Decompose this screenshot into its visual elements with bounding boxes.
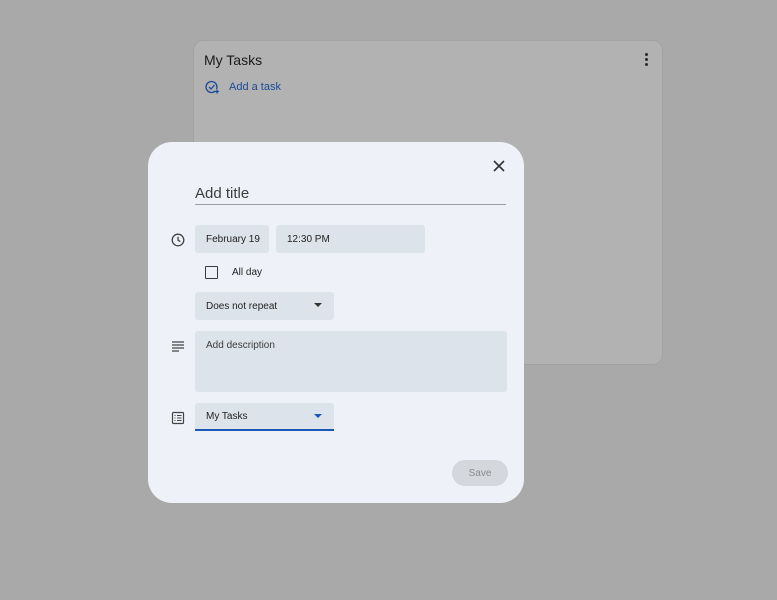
dropdown-arrow-icon <box>314 303 322 307</box>
add-task-button[interactable]: Add a task <box>205 80 281 94</box>
close-button[interactable] <box>487 154 511 178</box>
all-day-label: All day <box>232 267 263 278</box>
repeat-dropdown[interactable]: Does not repeat <box>195 292 334 320</box>
time-field[interactable]: 12:30 PM <box>276 225 425 253</box>
repeat-value: Does not repeat <box>206 300 278 312</box>
date-value: February 19 <box>206 233 260 245</box>
clock-icon <box>170 232 186 248</box>
notes-icon <box>170 338 186 354</box>
dropdown-arrow-icon <box>314 414 322 418</box>
add-task-icon <box>205 80 219 94</box>
add-task-label: Add a task <box>229 81 281 93</box>
all-day-checkbox[interactable] <box>205 266 218 279</box>
all-day-row: All day <box>205 266 262 279</box>
panel-title: My Tasks <box>204 52 263 68</box>
list-icon <box>170 410 186 426</box>
title-input[interactable] <box>195 182 506 205</box>
description-placeholder: Add description <box>206 340 275 351</box>
add-task-dialog: February 19 12:30 PM All day Does not re… <box>148 142 524 503</box>
close-icon <box>493 160 505 172</box>
time-value: 12:30 PM <box>287 233 330 245</box>
date-field[interactable]: February 19 <box>195 225 269 253</box>
save-button[interactable]: Save <box>452 460 508 486</box>
more-vert-icon[interactable] <box>640 51 652 67</box>
description-field[interactable]: Add description <box>195 331 507 392</box>
task-list-dropdown[interactable]: My Tasks <box>195 403 334 431</box>
task-list-value: My Tasks <box>206 410 248 422</box>
